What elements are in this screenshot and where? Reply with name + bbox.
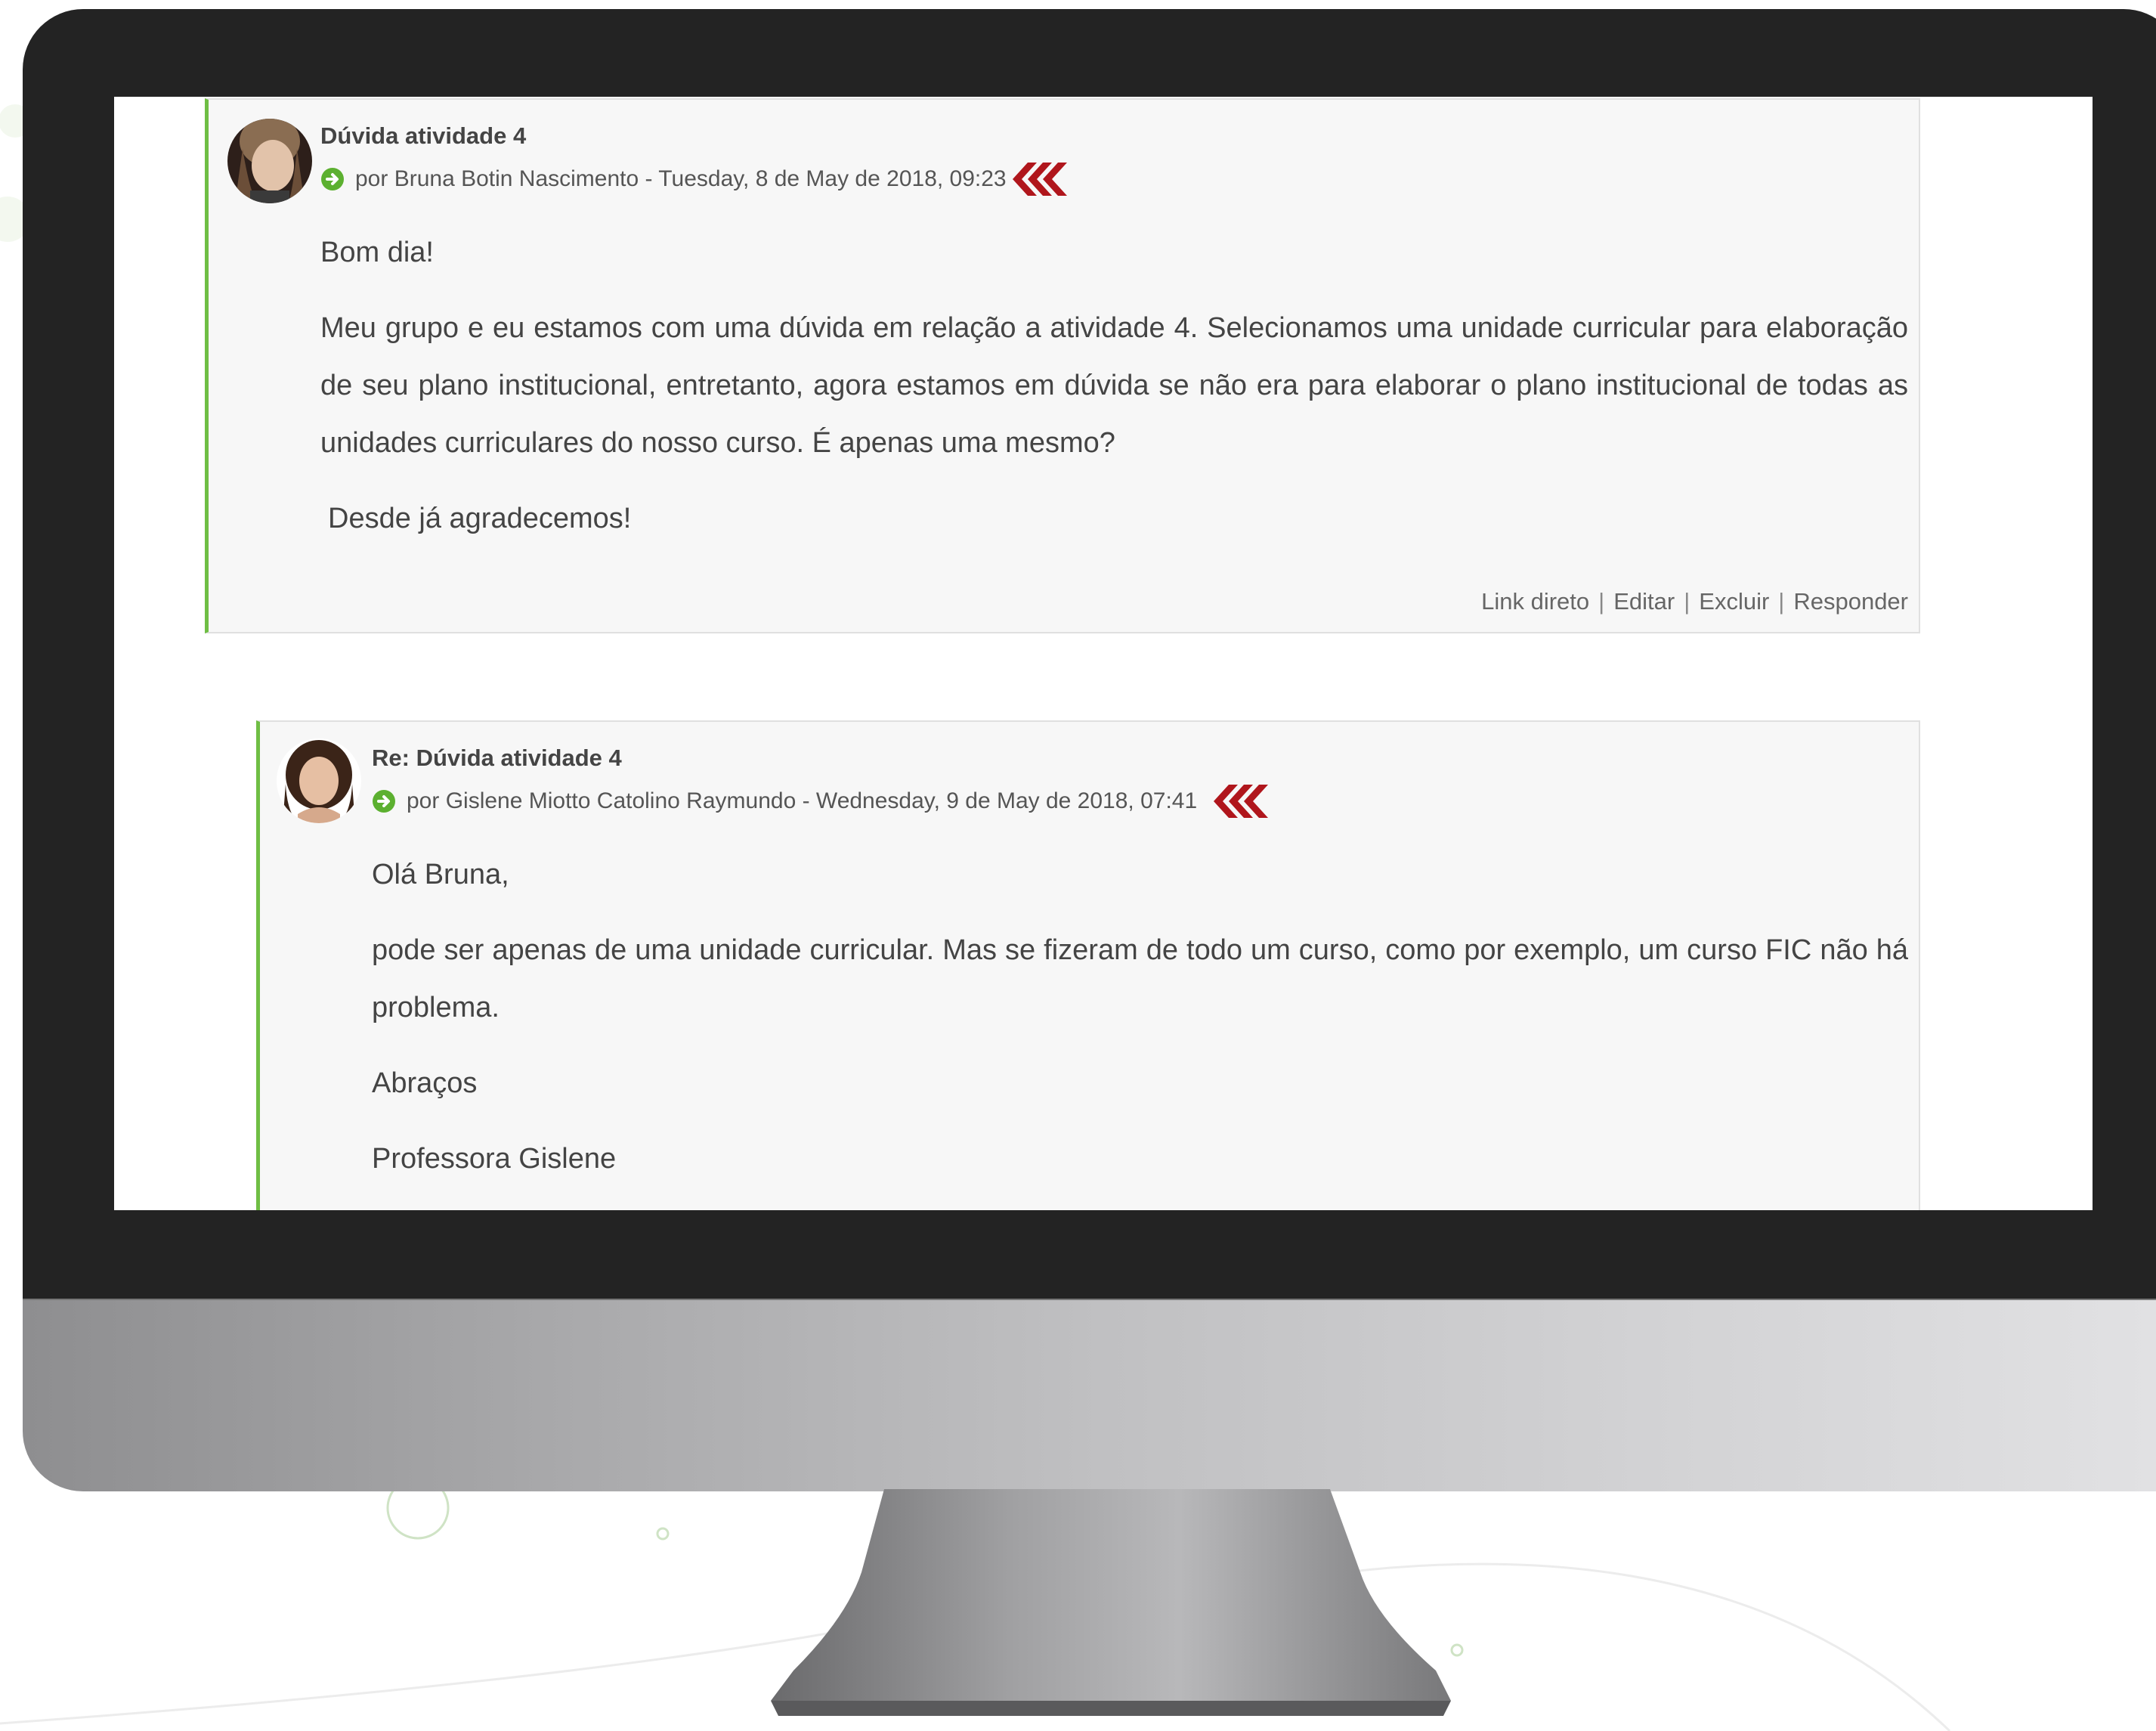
chevrons-left-icon <box>1214 785 1269 818</box>
forum-post-reply: Re: Dúvida atividade 4 por Gislene Miott… <box>256 720 1920 1210</box>
monitor-stand <box>771 1489 1451 1716</box>
post-paragraph: Meu grupo e eu estamos com uma dúvida em… <box>320 312 1908 459</box>
post-paragraph: pode ser apenas de uma unidade curricula… <box>372 934 1908 1023</box>
avatar[interactable] <box>277 739 361 823</box>
separator: | <box>1684 588 1690 615</box>
post-subject: Re: Dúvida atividade 4 <box>372 745 622 771</box>
post-content: Olá Bruna, pode ser apenas de uma unidad… <box>372 846 1908 1188</box>
separator: | <box>1598 588 1605 615</box>
post-paragraph: Professora Gislene <box>372 1143 617 1175</box>
post-commands: Link direto | Editar | Excluir | Responder <box>1481 588 1908 615</box>
post-paragraph: Desde já agradecemos! <box>328 503 632 534</box>
byline-text: por Bruna Botin Nascimento - Tuesday, 8 … <box>355 166 1007 191</box>
post-byline: por Bruna Botin Nascimento - Tuesday, 8 … <box>320 160 1908 198</box>
monitor-chin <box>23 1299 2156 1491</box>
edit-link[interactable]: Editar <box>1613 588 1675 615</box>
chevrons-left-icon <box>1012 163 1067 196</box>
delete-link[interactable]: Excluir <box>1699 588 1769 615</box>
post-paragraph: Olá Bruna, <box>372 859 509 890</box>
forum-screen: Dúvida atividade 4 por Bruna Botin Nasci… <box>114 97 2093 1210</box>
reply-link[interactable]: Responder <box>1793 588 1908 615</box>
link-direct-link[interactable]: Link direto <box>1481 588 1589 615</box>
post-content: Bom dia! Meu grupo e eu estamos com uma … <box>320 224 1908 547</box>
post-subject: Dúvida atividade 4 <box>320 122 527 149</box>
arrow-circle-icon <box>321 168 344 190</box>
post-paragraph: Bom dia! <box>320 237 434 268</box>
forum-post: Dúvida atividade 4 por Bruna Botin Nasci… <box>205 98 1920 633</box>
byline-text: por Gislene Miotto Catolino Raymundo - W… <box>407 788 1198 813</box>
avatar[interactable] <box>227 119 312 203</box>
post-byline: por Gislene Miotto Catolino Raymundo - W… <box>372 782 1908 820</box>
post-paragraph: Abraços <box>372 1067 478 1099</box>
separator: | <box>1778 588 1785 615</box>
arrow-circle-icon <box>373 790 395 813</box>
